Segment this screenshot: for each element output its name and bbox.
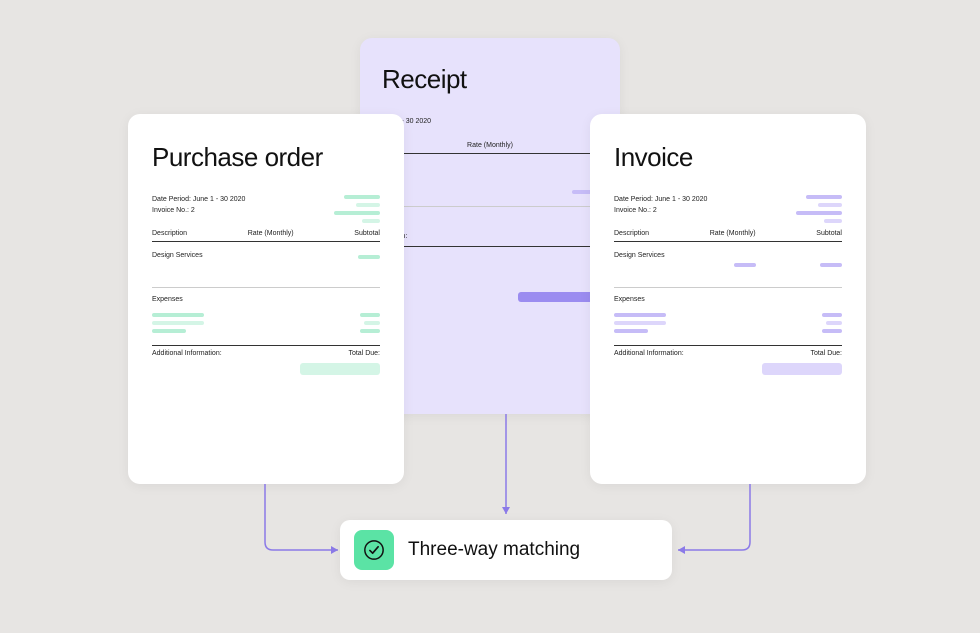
arrow-po-to-result	[260, 484, 350, 554]
receipt-date: une 1 - 30 2020	[382, 117, 598, 128]
po-meta: Date Period: June 1 - 30 2020 Invoice No…	[152, 195, 380, 216]
inv-meta: Date Period: June 1 - 30 2020 Invoice No…	[614, 195, 842, 216]
inv-exp-label: Expenses	[614, 296, 842, 303]
po-header-row: Description Rate (Monthly) Subtotal	[152, 230, 380, 242]
inv-footer-left: Additional Information:	[614, 350, 684, 357]
po-col-rate: Rate (Monthly)	[248, 230, 294, 237]
po-design-label: Design Services	[152, 252, 380, 259]
inv-col-sub: Subtotal	[816, 230, 842, 237]
inv-header-row: Description Rate (Monthly) Subtotal	[614, 230, 842, 242]
inv-title: Invoice	[614, 142, 842, 173]
receipt-col-rate: Rate (Monthly)	[467, 142, 513, 149]
arrow-receipt-to-result	[498, 414, 518, 524]
po-footer-right: Total Due:	[348, 350, 380, 357]
po-footer-row: Additional Information: Total Due:	[152, 345, 380, 357]
invoice-card: Invoice Date Period: June 1 - 30 2020 In…	[590, 114, 866, 484]
po-title: Purchase order	[152, 142, 380, 173]
inv-col-rate: Rate (Monthly)	[710, 230, 756, 237]
result-box: Three-way matching	[340, 520, 672, 580]
inv-footer-right: Total Due:	[810, 350, 842, 357]
purchase-order-card: Purchase order Date Period: June 1 - 30 …	[128, 114, 404, 484]
arrow-inv-to-result	[668, 484, 758, 554]
receipt-title: Receipt	[382, 64, 598, 95]
po-footer-left: Additional Information:	[152, 350, 222, 357]
po-exp-label: Expenses	[152, 296, 380, 303]
po-col-desc: Description	[152, 230, 187, 237]
receipt-header-row: Rate (Monthly)	[382, 142, 598, 154]
inv-footer-row: Additional Information: Total Due:	[614, 345, 842, 357]
receipt-info-label: rmation:	[382, 233, 598, 240]
result-label: Three-way matching	[408, 539, 580, 561]
po-col-sub: Subtotal	[354, 230, 380, 237]
inv-col-desc: Description	[614, 230, 649, 237]
inv-design-label: Design Services	[614, 252, 842, 259]
check-icon	[354, 530, 394, 570]
